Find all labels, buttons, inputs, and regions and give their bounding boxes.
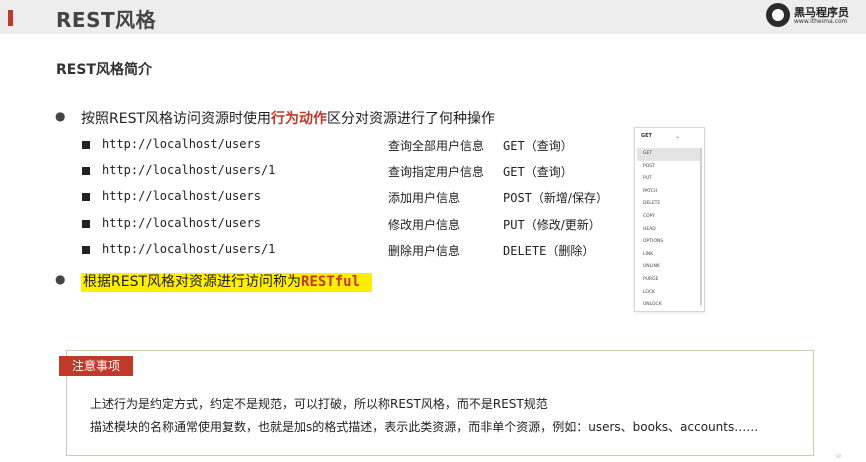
dropdown-option[interactable]: GET — [637, 148, 700, 161]
dropdown-option[interactable]: PUT — [637, 173, 700, 186]
method-dropdown[interactable]: GET ⌄ GET POST PUT PATCH DELETE COPY HEA… — [634, 127, 705, 312]
square-bullet-icon — [82, 246, 90, 254]
operation-desc: 修改用户信息 — [388, 218, 461, 232]
chevron-down-icon[interactable]: ⌄ — [675, 131, 680, 142]
resource-url: http://localhost/users — [102, 189, 261, 203]
dropdown-option[interactable]: PURGE — [637, 274, 700, 287]
highlight-box: 根据REST风格对资源进行访问称为RESTful — [81, 273, 373, 292]
dropdown-option[interactable]: POST — [637, 161, 700, 174]
http-method: POST（新增/保存） — [503, 191, 608, 205]
dropdown-option[interactable]: PATCH — [637, 186, 700, 199]
bullet-dot-icon: ● — [55, 272, 66, 286]
square-bullet-icon — [82, 141, 90, 149]
dropdown-options: GET POST PUT PATCH DELETE COPY HEAD OPTI… — [637, 148, 700, 312]
page-title: REST风格 — [56, 8, 157, 32]
list-item: http://localhost/users 添加用户信息 POST（新增/保存… — [82, 189, 622, 211]
http-method: GET（查询） — [503, 165, 573, 179]
highlight-text: 行为动作 — [271, 111, 328, 127]
bullet-text: 根据REST风格对资源进行访问称为RESTful — [81, 271, 373, 292]
resource-url: http://localhost/users — [102, 216, 261, 230]
http-method: PUT（修改/更新） — [503, 218, 601, 232]
note-line: 描述模块的名称通常使用复数，也就是加s的格式描述，表示此类资源，而非单个资源，例… — [90, 420, 759, 434]
list-item: http://localhost/users/1 删除用户信息 DELETE（删… — [82, 242, 622, 264]
dropdown-option[interactable]: HEAD — [637, 224, 700, 237]
http-method: DELETE（删除） — [503, 244, 595, 258]
dropdown-scrollbar[interactable] — [700, 148, 702, 306]
section-title: REST风格简介 — [56, 62, 152, 78]
note-line: 上述行为是约定方式，约定不是规范，可以打破，所以称REST风格，而不是REST规… — [90, 397, 548, 411]
resource-url: http://localhost/users/1 — [102, 242, 276, 256]
list-item: http://localhost/users/1 查询指定用户信息 GET（查询… — [82, 163, 622, 185]
dropdown-option[interactable]: COPY — [637, 211, 700, 224]
square-bullet-icon — [82, 193, 90, 201]
square-bullet-icon — [82, 167, 90, 175]
dropdown-option[interactable]: DELETE — [637, 198, 700, 211]
operation-desc: 查询全部用户信息 — [388, 139, 485, 153]
dropdown-option[interactable]: UNLINK — [637, 261, 700, 274]
logo-url: www.itheima.com — [794, 18, 848, 25]
list-item: http://localhost/users 修改用户信息 PUT（修改/更新） — [82, 216, 622, 238]
note-tag: 注意事项 — [59, 356, 133, 376]
operation-desc: 删除用户信息 — [388, 244, 461, 258]
resource-url: http://localhost/users/1 — [102, 163, 276, 177]
brand-logo: 黑马程序员 www.itheima.com — [766, 2, 858, 30]
header-accent-mark — [8, 10, 13, 26]
bullet-dot-icon: ● — [55, 109, 66, 123]
page-number: 48 — [835, 454, 842, 460]
dropdown-option[interactable]: LINK — [637, 249, 700, 262]
http-method: GET（查询） — [503, 139, 573, 153]
bullet-text: 按照REST风格访问资源时使用行为动作区分对资源进行了何种操作 — [81, 111, 496, 127]
resource-url: http://localhost/users — [102, 137, 261, 151]
operation-desc: 查询指定用户信息 — [388, 165, 485, 179]
restful-term: RESTful — [301, 274, 361, 290]
list-item: http://localhost/users 查询全部用户信息 GET（查询） — [82, 137, 622, 159]
square-bullet-icon — [82, 220, 90, 228]
dropdown-option[interactable]: LOCK — [637, 287, 700, 300]
horse-logo-icon — [766, 3, 790, 27]
operation-desc: 添加用户信息 — [388, 191, 461, 205]
dropdown-option[interactable]: OPTIONS — [637, 236, 700, 249]
dropdown-option[interactable]: UNLOCK — [637, 299, 700, 312]
